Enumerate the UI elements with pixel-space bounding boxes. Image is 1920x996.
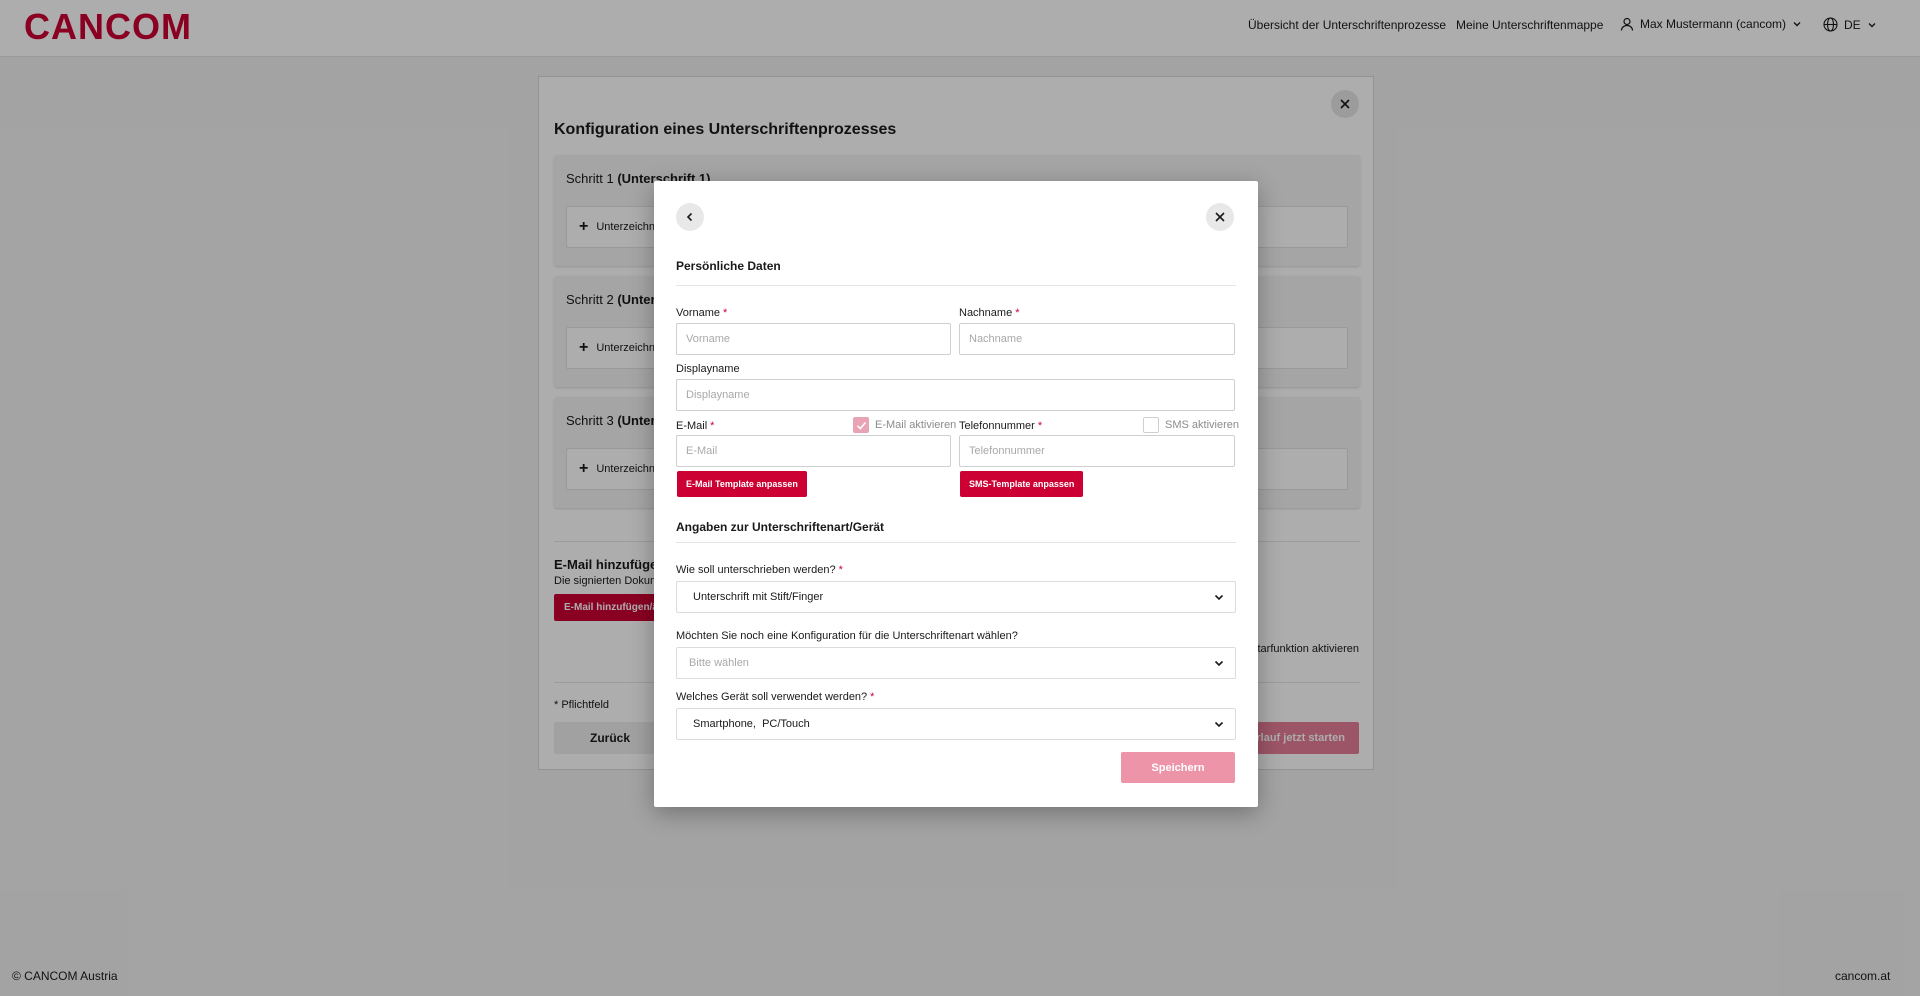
- device-select[interactable]: Smartphone, PC/Touch: [676, 708, 1236, 740]
- chevron-down-icon: [1214, 594, 1224, 601]
- email-label: E-Mail *: [676, 420, 715, 432]
- close-icon: [1215, 212, 1225, 222]
- signer-details-dialog: Persönliche Daten Vorname* Nachname* Dis…: [654, 181, 1258, 807]
- dialog-close-button[interactable]: [1206, 203, 1234, 231]
- email-template-button[interactable]: E-Mail Template anpassen: [677, 471, 807, 497]
- device-label: Welches Gerät soll verwendet werden? *: [676, 691, 875, 703]
- sms-activate-checkbox[interactable]: [1143, 417, 1159, 433]
- displayname-input[interactable]: [676, 379, 1235, 411]
- dialog-back-button[interactable]: [676, 203, 704, 231]
- chevron-down-icon: [1214, 721, 1224, 728]
- email-activate-toggle[interactable]: E-Mail aktivieren: [853, 417, 956, 433]
- page: CANCOM Übersicht der Unterschriftenproze…: [0, 0, 1920, 996]
- phone-input[interactable]: [959, 435, 1235, 467]
- sign-method-select[interactable]: Unterschrift mit Stift/Finger: [676, 581, 1236, 613]
- phone-label: Telefonnummer *: [959, 420, 1043, 432]
- sign-config-select[interactable]: Bitte wählen: [676, 647, 1236, 679]
- email-input[interactable]: [676, 435, 951, 467]
- checkmark-icon: [856, 421, 866, 430]
- personal-data-section-title: Persönliche Daten: [676, 259, 781, 273]
- firstname-input[interactable]: [676, 323, 951, 355]
- divider: [676, 285, 1236, 286]
- firstname-label: Vorname *: [676, 307, 728, 319]
- divider: [676, 542, 1236, 543]
- sign-config-label: Möchten Sie noch eine Konfiguration für …: [676, 630, 1018, 642]
- sign-method-value: Unterschrift mit Stift/Finger: [693, 591, 824, 603]
- chevron-left-icon: [686, 212, 693, 222]
- email-activate-checkbox[interactable]: [853, 417, 869, 433]
- displayname-label: Displayname: [676, 363, 740, 375]
- sign-config-placeholder: Bitte wählen: [689, 657, 749, 669]
- save-button[interactable]: Speichern: [1121, 752, 1235, 783]
- lastname-label: Nachname *: [959, 307, 1020, 319]
- sign-method-label: Wie soll unterschrieben werden? *: [676, 564, 843, 576]
- email-activate-label: E-Mail aktivieren: [875, 419, 957, 431]
- chevron-down-icon: [1214, 660, 1224, 667]
- signature-section-title: Angaben zur Unterschriftenart/Gerät: [676, 520, 885, 534]
- sms-template-button[interactable]: SMS-Template anpassen: [960, 471, 1084, 497]
- sms-activate-toggle[interactable]: SMS aktivieren: [1143, 417, 1239, 433]
- sms-activate-label: SMS aktivieren: [1165, 419, 1239, 431]
- device-value: Smartphone, PC/Touch: [693, 718, 810, 730]
- lastname-input[interactable]: [959, 323, 1235, 355]
